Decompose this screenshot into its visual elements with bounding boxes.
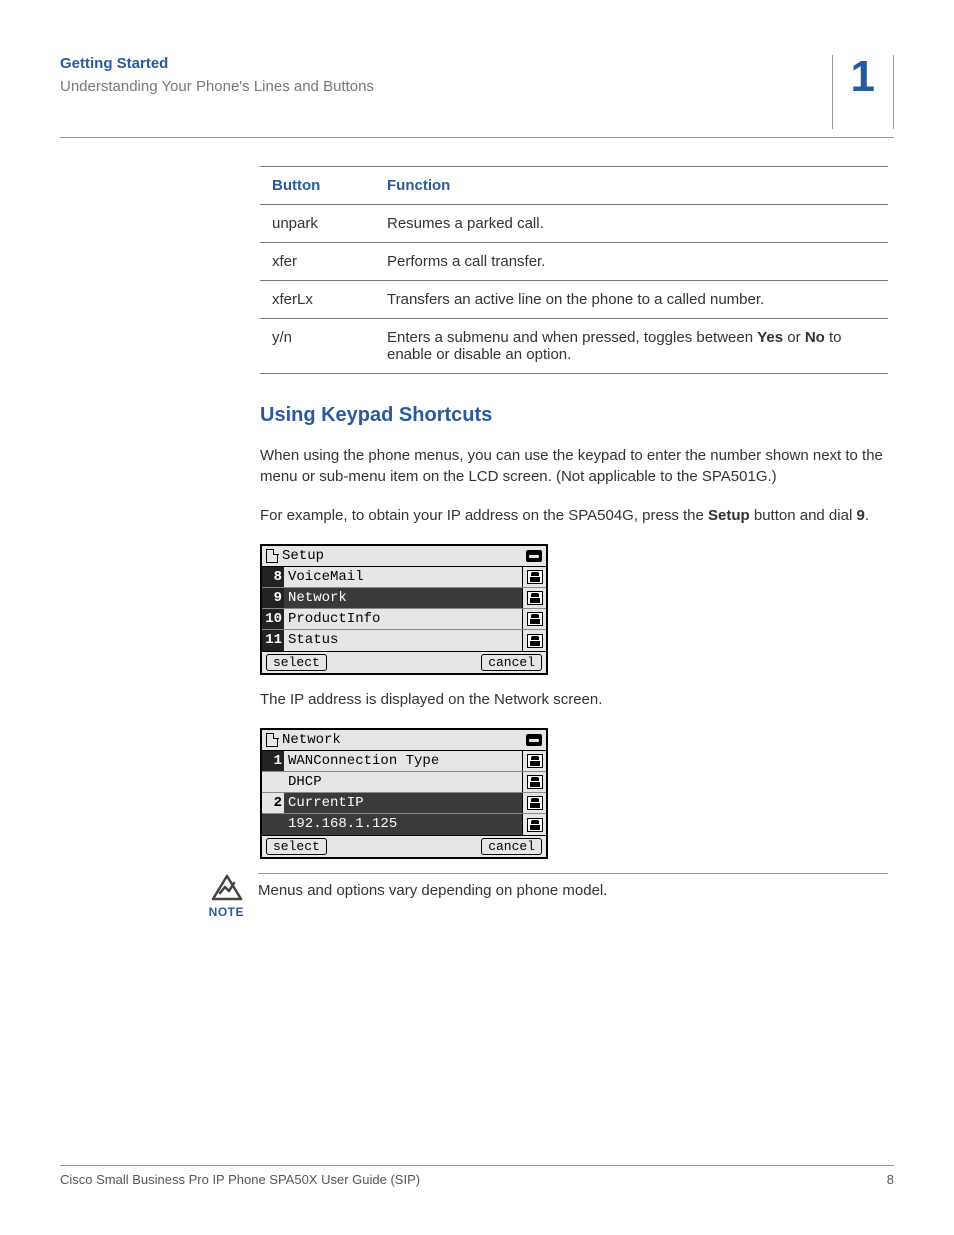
line-status-icon: [527, 612, 543, 626]
line-status-icon: [527, 754, 543, 768]
table-row: xfer Performs a call transfer.: [260, 243, 888, 281]
line-status-icon: [527, 591, 543, 605]
paragraph: When using the phone menus, you can use …: [260, 445, 888, 487]
cell-button: unpark: [260, 205, 375, 243]
menu-value: DHCP: [262, 772, 522, 792]
menu-label: ProductInfo: [284, 609, 522, 629]
document-icon: [266, 733, 278, 747]
softkey-select: select: [266, 654, 327, 671]
cell-button: xferLx: [260, 281, 375, 319]
menu-label: WANConnection Type: [284, 751, 522, 771]
cell-function: Performs a call transfer.: [375, 243, 888, 281]
lcd-menu-item: 8 VoiceMail: [262, 567, 546, 588]
menu-index: 11: [262, 630, 284, 651]
menu-label: VoiceMail: [284, 567, 522, 587]
lcd-menu-item-selected: 2 CurrentIP: [262, 793, 546, 814]
lcd-setup-screen: Setup 8 VoiceMail 9 Network 10 ProductIn…: [260, 544, 548, 675]
chapter-title: Getting Started: [60, 55, 820, 72]
lcd-menu-value-selected: 192.168.1.125: [262, 814, 546, 835]
menu-index: 8: [262, 567, 284, 587]
menu-index: 10: [262, 609, 284, 629]
paragraph: For example, to obtain your IP address o…: [260, 505, 888, 526]
document-icon: [266, 549, 278, 563]
cell-button: y/n: [260, 319, 375, 374]
chapter-number: 1: [851, 52, 875, 101]
lcd-menu-item: 11 Status: [262, 630, 546, 651]
table-row: unpark Resumes a parked call.: [260, 205, 888, 243]
note-icon: [210, 873, 244, 903]
menu-value: 192.168.1.125: [262, 814, 522, 835]
page-footer: Cisco Small Business Pro IP Phone SPA50X…: [60, 1165, 894, 1187]
button-function-table: Button Function unpark Resumes a parked …: [260, 166, 888, 374]
note-text: Menus and options vary depending on phon…: [258, 882, 607, 899]
note-block: NOTE Menus and options vary depending on…: [60, 873, 888, 920]
menu-index: 9: [262, 588, 284, 608]
table-row: y/n Enters a submenu and when pressed, t…: [260, 319, 888, 374]
note-label: NOTE: [209, 905, 244, 919]
lcd-menu-item-selected: 9 Network: [262, 588, 546, 609]
line-status-icon: [527, 818, 543, 832]
menu-index: 1: [262, 751, 284, 771]
menu-label: Network: [284, 588, 522, 608]
table-header-button: Button: [260, 167, 375, 205]
paragraph: The IP address is displayed on the Netwo…: [260, 689, 888, 710]
table-row: xferLx Transfers an active line on the p…: [260, 281, 888, 319]
menu-index: 2: [262, 793, 284, 813]
handset-icon: [526, 550, 542, 562]
lcd-network-screen: Network 1 WANConnection Type DHCP 2 Curr…: [260, 728, 548, 859]
line-status-icon: [527, 796, 543, 810]
line-status-icon: [527, 775, 543, 789]
line-status-icon: [527, 570, 543, 584]
lcd-menu-value: DHCP: [262, 772, 546, 793]
cell-function: Enters a submenu and when pressed, toggl…: [375, 319, 888, 374]
chapter-number-box: 1: [832, 55, 894, 129]
line-status-icon: [527, 634, 543, 648]
handset-icon: [526, 734, 542, 746]
table-header-function: Function: [375, 167, 888, 205]
footer-title: Cisco Small Business Pro IP Phone SPA50X…: [60, 1172, 420, 1187]
cell-function: Transfers an active line on the phone to…: [375, 281, 888, 319]
softkey-cancel: cancel: [481, 838, 542, 855]
cell-function: Resumes a parked call.: [375, 205, 888, 243]
menu-label: Status: [284, 630, 522, 651]
cell-button: xfer: [260, 243, 375, 281]
lcd-title: Setup: [282, 548, 324, 564]
softkey-cancel: cancel: [481, 654, 542, 671]
softkey-select: select: [266, 838, 327, 855]
page-number: 8: [887, 1172, 894, 1187]
menu-label: CurrentIP: [284, 793, 522, 813]
page-header: Getting Started Understanding Your Phone…: [60, 55, 894, 138]
lcd-menu-item: 1 WANConnection Type: [262, 751, 546, 772]
lcd-title: Network: [282, 732, 341, 748]
lcd-menu-item: 10 ProductInfo: [262, 609, 546, 630]
subsection-heading: Using Keypad Shortcuts: [260, 404, 888, 427]
section-subtitle: Understanding Your Phone's Lines and But…: [60, 78, 820, 95]
